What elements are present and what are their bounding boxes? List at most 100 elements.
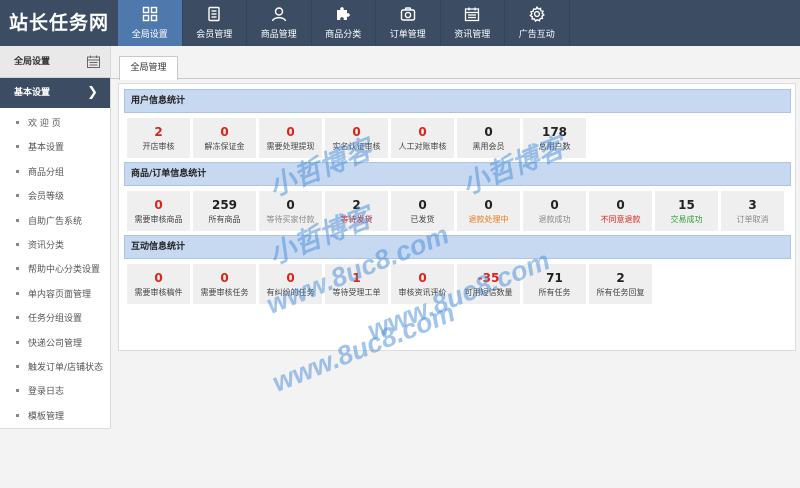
stat-card[interactable]: 1 等待受理工单 (325, 264, 388, 304)
stat-card[interactable]: 0 不同意退款 (589, 191, 652, 231)
nav-label: 商品分类 (325, 30, 362, 40)
stat-value: 0 (550, 198, 559, 212)
stat-value: 0 (418, 125, 427, 139)
chevron-right-icon: ❯ (87, 85, 98, 100)
gear-icon (529, 6, 545, 22)
nav-label: 广告互动 (518, 30, 555, 40)
stat-value: 0 (418, 198, 427, 212)
stat-label: 等待买家付款 (266, 215, 315, 224)
interaction-stats-cards: 0 需要审核稿件 0 需要审核任务 0 有纠纷的任务 1 等待受理工单 0 审核资讯评价 … (127, 264, 652, 304)
stat-label: 总用户数 (538, 142, 571, 151)
sidebar-item-basic-settings[interactable]: 基本设置 (0, 136, 110, 160)
site-logo[interactable]: 站长任务网 (0, 0, 118, 46)
stat-value: 0 (220, 271, 229, 285)
stat-card[interactable]: 0 需要审核任务 (193, 264, 256, 304)
stat-card[interactable]: 0 需要处理提现 (259, 118, 322, 158)
sidebar-item-member-levels[interactable]: 会员等级 (0, 185, 110, 209)
user-icon (271, 7, 286, 22)
stat-label: 需要审核任务 (200, 288, 249, 297)
stat-value: 0 (286, 125, 295, 139)
stat-label: 有纠纷的任务 (266, 288, 315, 297)
sidebar-section-basic-settings[interactable]: 基本设置 ❯ (0, 78, 110, 108)
sidebar-item-label: 欢 迎 页 (28, 119, 61, 129)
section-header-product-order-stats: 商品/订单信息统计 (124, 162, 791, 186)
section-header-user-stats: 用户信息统计 (124, 89, 791, 113)
stat-card[interactable]: 3 订单取消 (721, 191, 784, 231)
sidebar-item-task-group-settings[interactable]: 任务分组设置 (0, 307, 110, 331)
stat-label: 可用短信数量 (464, 288, 513, 297)
stat-card[interactable]: 2 等待发货 (325, 191, 388, 231)
nav-item-ad-interaction[interactable]: 广告互动 (505, 0, 570, 46)
tab-global-management[interactable]: 全局管理 (119, 56, 178, 80)
stat-card[interactable]: 0 已发货 (391, 191, 454, 231)
stat-card[interactable]: 15 交易成功 (655, 191, 718, 231)
nav-item-product-management[interactable]: 商品管理 (247, 0, 312, 46)
stat-card[interactable]: 0 人工对账审核 (391, 118, 454, 158)
sidebar-item-label: 帮助中心分类设置 (28, 265, 101, 276)
nav-label: 资讯管理 (454, 30, 491, 40)
product-order-stats-cards: 0 需要审核商品 259 所有商品 0 等待买家付款 2 等待发货 0 已发货 0 退款处理… (127, 191, 784, 231)
nav-item-member-management[interactable]: 会员管理 (183, 0, 247, 46)
stat-value: 0 (286, 271, 295, 285)
sidebar-header-label: 全局设置 (14, 57, 51, 67)
camera-icon (400, 7, 415, 21)
sidebar-item-news-categories[interactable]: 资讯分类 (0, 234, 110, 258)
bullet-icon (16, 413, 19, 417)
stat-card[interactable]: 0 审核资讯评价 (391, 264, 454, 304)
nav-item-news-management[interactable]: 资讯管理 (441, 0, 505, 46)
stat-label: 等待发货 (340, 215, 373, 224)
stat-card[interactable]: 71 所有任务 (523, 264, 586, 304)
sidebar-item-courier-management[interactable]: 快递公司管理 (0, 332, 110, 356)
stat-value: 178 (541, 125, 568, 139)
sidebar: 全局设置 基本设置 ❯ 欢 迎 页 基本设置 商品分组 会员等级 自助广告系统 … (0, 46, 111, 488)
sidebar-item-single-page-management[interactable]: 单内容页面管理 (0, 283, 110, 307)
stat-card[interactable]: 178 总用户数 (523, 118, 586, 158)
nav-item-global-settings[interactable]: 全局设置 (118, 0, 183, 46)
main-area: 全局管理 用户信息统计 2 开店审核 0 解冻保证金 0 需要处理提现 0 实名认证审核… (111, 46, 800, 488)
bullet-icon (16, 389, 19, 393)
stat-value: 0 (484, 198, 493, 212)
nav-label: 全局设置 (131, 30, 168, 40)
stat-card[interactable]: 0 需要审核稿件 (127, 264, 190, 304)
sidebar-item-help-center-categories[interactable]: 帮助中心分类设置 (0, 258, 110, 282)
stat-value: 1 (352, 271, 361, 285)
stat-label: 所有任务 (538, 288, 571, 297)
stat-card[interactable]: 2 开店审核 (127, 118, 190, 158)
stat-value: 0 (286, 198, 295, 212)
stat-card[interactable]: 259 所有商品 (193, 191, 256, 231)
stat-label: 需要审核稿件 (134, 288, 183, 297)
stat-card[interactable]: -35 可用短信数量 (457, 264, 520, 304)
stat-card[interactable]: 0 退款成功 (523, 191, 586, 231)
stat-card[interactable]: 0 黑用会员 (457, 118, 520, 158)
sidebar-item-template-management[interactable]: 模板管理 (0, 405, 110, 429)
stat-card[interactable]: 0 需要审核商品 (127, 191, 190, 231)
stat-value: -35 (477, 271, 500, 285)
sidebar-item-trigger-order-store-status[interactable]: 触发订单/店铺状态 (0, 356, 110, 380)
stat-card[interactable]: 2 所有任务回复 (589, 264, 652, 304)
sidebar-menu: 欢 迎 页 基本设置 商品分组 会员等级 自助广告系统 资讯分类 帮助中心分类设… (0, 108, 110, 429)
sidebar-item-self-ad-system[interactable]: 自助广告系统 (0, 210, 110, 234)
stat-label: 不同意退款 (600, 215, 641, 224)
sidebar-item-welcome[interactable]: 欢 迎 页 (0, 112, 110, 136)
stat-label: 订单取消 (736, 215, 769, 224)
nav-item-order-management[interactable]: 订单管理 (376, 0, 441, 46)
stat-label: 实名认证审核 (332, 142, 381, 151)
calendar-icon[interactable] (87, 55, 100, 68)
stat-card[interactable]: 0 解冻保证金 (193, 118, 256, 158)
stat-card[interactable]: 0 有纠纷的任务 (259, 264, 322, 304)
sidebar-footer-area (0, 428, 111, 488)
stat-label: 需要处理提现 (266, 142, 315, 151)
stat-card[interactable]: 0 退款处理中 (457, 191, 520, 231)
dashboard-panel: 用户信息统计 2 开店审核 0 解冻保证金 0 需要处理提现 0 实名认证审核 0 人工对… (118, 83, 796, 351)
stat-card[interactable]: 0 实名认证审核 (325, 118, 388, 158)
nav-item-product-category[interactable]: 商品分类 (312, 0, 376, 46)
sidebar-item-label: 模板管理 (28, 411, 65, 422)
sidebar-section-label: 基本设置 (14, 88, 51, 98)
stat-card[interactable]: 0 等待买家付款 (259, 191, 322, 231)
sidebar-item-login-log[interactable]: 登录日志 (0, 380, 110, 404)
sidebar-item-product-groups[interactable]: 商品分组 (0, 161, 110, 185)
stat-value: 259 (211, 198, 238, 212)
stat-value: 0 (418, 271, 427, 285)
stat-label: 需要审核商品 (134, 215, 183, 224)
stat-value: 2 (352, 198, 361, 212)
